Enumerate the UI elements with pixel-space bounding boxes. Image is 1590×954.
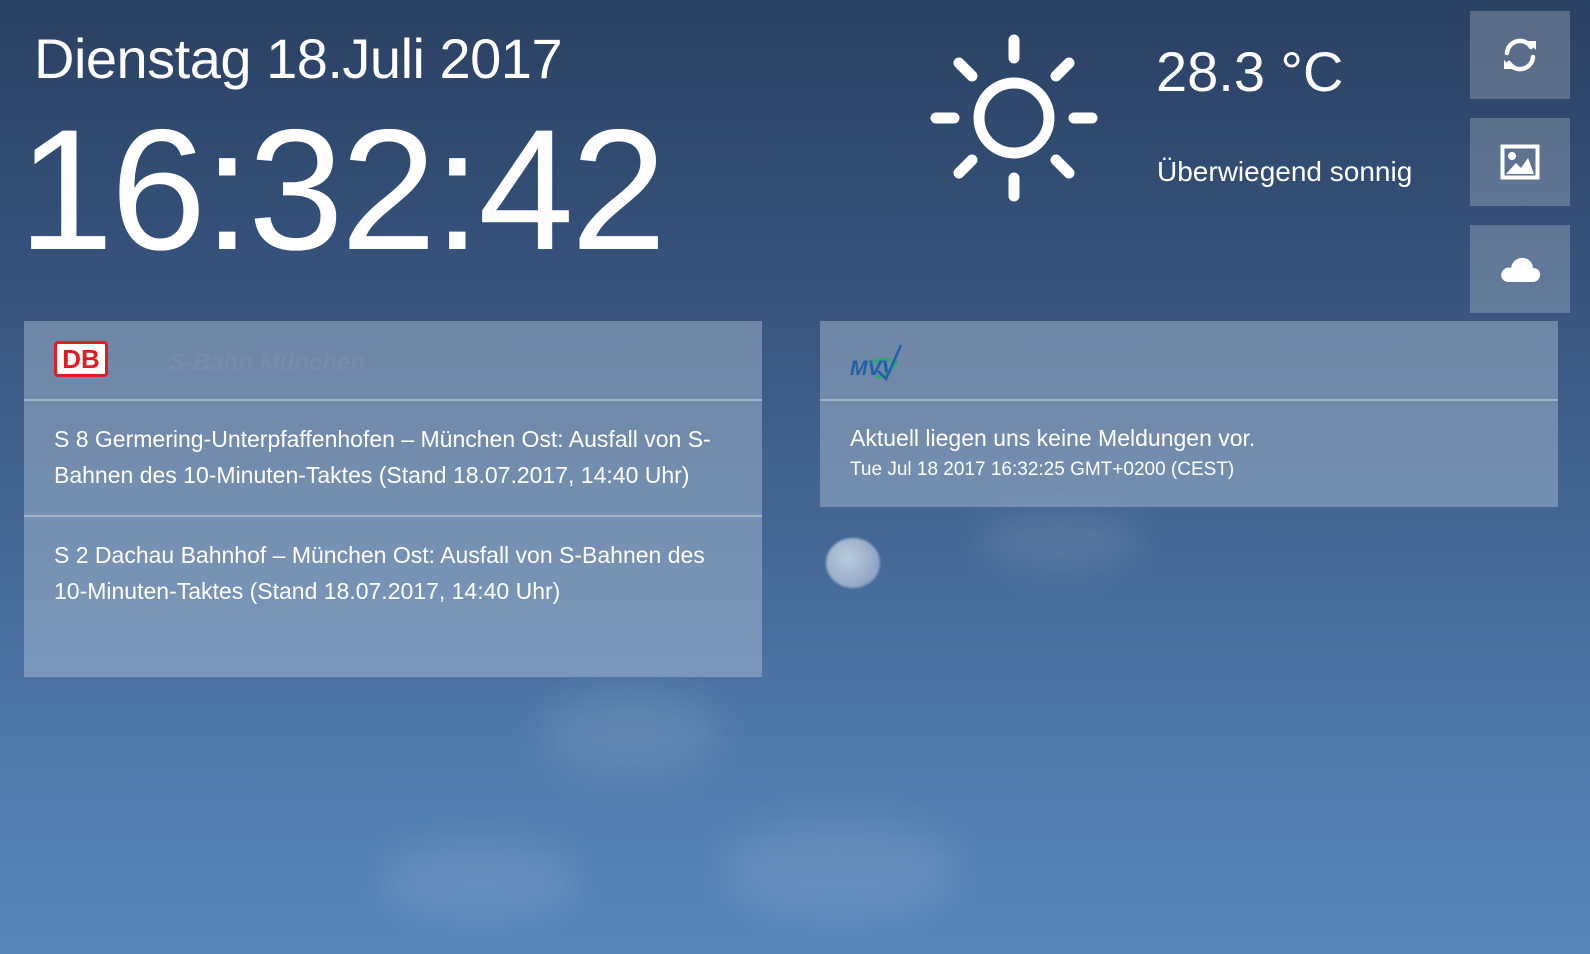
sbahn-panel: DB S-Bahn München S 8 Germering-Unterpfa…	[24, 321, 762, 677]
background-cloud	[540, 690, 720, 780]
mvv-message: Aktuell liegen uns keine Meldungen vor.	[850, 425, 1256, 451]
weather-button[interactable]	[1470, 225, 1570, 313]
moon-image	[826, 538, 880, 588]
sbahn-message: S 2 Dachau Bahnhof – München Ost: Ausfal…	[54, 542, 705, 604]
date-label: Dienstag 18.Juli 2017	[34, 27, 563, 90]
temperature-label: 28.3 °C	[1156, 40, 1344, 103]
cloud-icon	[1501, 257, 1541, 282]
sun-icon	[928, 32, 1100, 204]
db-logo-text: DB	[62, 344, 100, 374]
mvv-panel: MVV Aktuell liegen uns keine Meldungen v…	[820, 321, 1558, 507]
refresh-icon	[1504, 38, 1536, 72]
mvv-panel-header: MVV	[820, 321, 1558, 401]
background-image-button[interactable]	[1470, 118, 1570, 206]
weather-description: Überwiegend sonnig	[1157, 156, 1413, 187]
background-cloud	[380, 840, 580, 920]
clock-display: 16:32:42	[18, 94, 667, 286]
background-cloud	[720, 820, 960, 920]
image-icon	[1500, 144, 1540, 180]
refresh-button[interactable]	[1470, 11, 1570, 99]
mvv-logo: MVV	[848, 341, 904, 390]
sbahn-message: S 8 Germering-Unterpfaffenhofen – Münche…	[24, 401, 762, 517]
sbahn-panel-header: DB S-Bahn München	[24, 321, 762, 401]
mvv-timestamp: Tue Jul 18 2017 16:32:25 GMT+0200 (CEST)	[850, 459, 1235, 480]
background-cloud	[980, 510, 1140, 570]
sbahn-title: S-Bahn München	[169, 349, 365, 376]
db-logo: DB	[54, 341, 108, 377]
